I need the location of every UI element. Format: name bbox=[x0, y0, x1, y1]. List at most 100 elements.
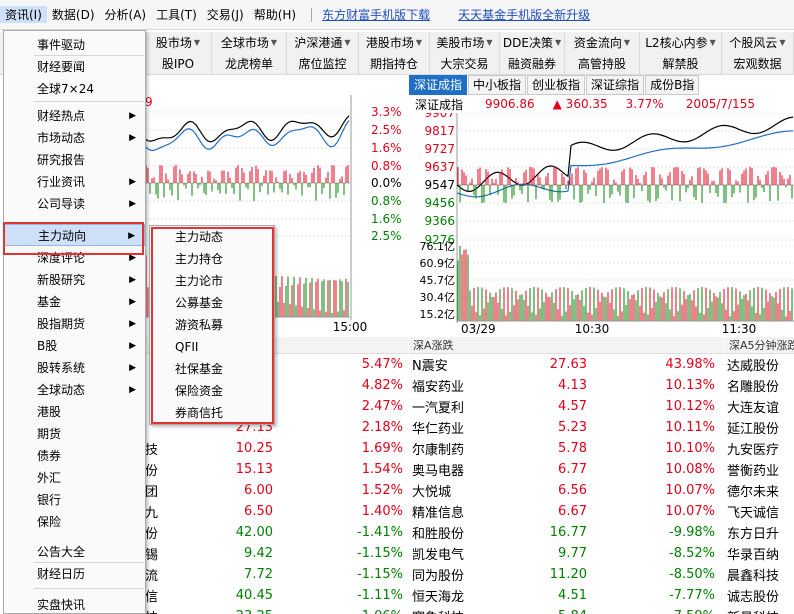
left-list-row[interactable]: 团 6.00 1.52% bbox=[145, 480, 408, 501]
menu-item-13[interactable]: B股 ▶ bbox=[4, 335, 145, 357]
nav2-item-8[interactable]: 宏观数据 bbox=[722, 53, 794, 74]
mid-list-row[interactable]: 华仁药业 5.23 10.11% bbox=[412, 417, 722, 438]
nav1-item-5[interactable]: DDE决策 ▼ bbox=[500, 32, 565, 53]
mid-list-row[interactable]: 尔康制药 5.78 10.10% bbox=[412, 438, 722, 459]
mid-list-row[interactable]: N震安 27.63 43.98% bbox=[412, 354, 722, 375]
mid-list-row[interactable]: 大悦城 6.56 10.07% bbox=[412, 480, 722, 501]
nav1-item-4[interactable]: 美股市场 ▼ bbox=[430, 32, 500, 53]
mid-list-row[interactable]: 精准信息 6.67 10.07% bbox=[412, 501, 722, 522]
menu-2[interactable]: 分析(A) bbox=[100, 6, 152, 23]
tab-index-3[interactable]: 深证综指 bbox=[586, 75, 645, 95]
menu-item-11[interactable]: 基金 ▶ bbox=[4, 291, 145, 313]
nav2-item-2[interactable]: 席位监控 bbox=[287, 53, 359, 74]
right-list-row[interactable]: 誉衡药业 bbox=[727, 459, 794, 480]
chevron-right-icon: ▶ bbox=[129, 319, 136, 329]
mid-list-row[interactable]: 同为股份 11.20 -8.50% bbox=[412, 564, 722, 585]
menu-item-4[interactable]: 市场动态 ▶ bbox=[4, 127, 145, 149]
menu-item-20[interactable]: 银行 bbox=[4, 489, 145, 511]
right-list-row[interactable]: 延江股份 bbox=[727, 417, 794, 438]
menu-item-1[interactable]: 财经要闻 bbox=[4, 56, 145, 78]
right-list-row[interactable]: 九安医疗 bbox=[727, 438, 794, 459]
mid-list-row[interactable]: 赛象科技5.84-7.59% bbox=[412, 606, 722, 614]
chevron-down-icon: ▼ bbox=[709, 38, 716, 47]
tab-index-0[interactable]: 深证成指 bbox=[409, 75, 468, 95]
left-list-row[interactable]: 信 40.45 -1.11% bbox=[145, 585, 408, 606]
right-vol-tick-label: 76.1亿 bbox=[420, 240, 456, 253]
menu-item-14[interactable]: 股转系统 ▶ bbox=[4, 357, 145, 379]
menu-item-23[interactable]: 财经日历 bbox=[4, 563, 145, 585]
nav2-item-3[interactable]: 期指持仓 bbox=[359, 53, 430, 74]
menu-4[interactable]: 交易(J) bbox=[202, 6, 249, 23]
stock-name: 大悦城 bbox=[412, 485, 452, 500]
menu-3[interactable]: 工具(T) bbox=[151, 6, 202, 23]
menu-item-19[interactable]: 外汇 bbox=[4, 467, 145, 489]
promo-link-0[interactable]: 东方财富手机版下载 bbox=[322, 6, 430, 23]
tab-index-1[interactable]: 中小板指 bbox=[468, 75, 527, 95]
nav2-item-5[interactable]: 融资融券 bbox=[500, 53, 565, 74]
menu-item-24[interactable]: 实盘快讯 bbox=[4, 594, 145, 613]
menu-item-17[interactable]: 期货 bbox=[4, 423, 145, 445]
right-list-row[interactable]: 东方日升 bbox=[727, 522, 794, 543]
menu-item-0[interactable]: 事件驱动 bbox=[4, 34, 145, 56]
tab-index-4[interactable]: 成份B指 bbox=[645, 75, 700, 95]
mid-list-row[interactable]: 福安药业 4.13 10.13% bbox=[412, 375, 722, 396]
left-list-row[interactable]: 锡 9.42 -1.15% bbox=[145, 543, 408, 564]
menu-item-label: 基金 bbox=[37, 295, 62, 309]
nav1-item-7[interactable]: L2核心内参 ▼ bbox=[640, 32, 722, 53]
nav2-item-6[interactable]: 高管持股 bbox=[565, 53, 640, 74]
right-index-chart[interactable]: 深证成指 中小板指 创业板指 深证综指 成份B指 深证成指 9906.86 ▲ 360.… bbox=[409, 75, 794, 337]
nav1-item-0[interactable]: 股市场 ▼ bbox=[145, 32, 212, 53]
right-list-row[interactable]: 德尔未来 bbox=[727, 480, 794, 501]
right-list-row[interactable]: 华录百纳 bbox=[727, 543, 794, 564]
menu-item-2[interactable]: 全球7×24 bbox=[4, 78, 145, 100]
stock-price: 9.77 bbox=[558, 546, 587, 561]
left-list-row[interactable]: 九 6.50 1.40% bbox=[145, 501, 408, 522]
stock-price: 27.63 bbox=[549, 357, 587, 372]
menu-item-5[interactable]: 研究报告 bbox=[4, 149, 145, 171]
menu-item-15[interactable]: 全球动态 ▶ bbox=[4, 379, 145, 401]
nav1-item-6[interactable]: 资金流向 ▼ bbox=[565, 32, 640, 53]
mid-list-row[interactable]: 一汽夏利 4.57 10.12% bbox=[412, 396, 722, 417]
right-list-row[interactable]: 名雕股份 bbox=[727, 375, 794, 396]
tab-index-2[interactable]: 创业板指 bbox=[527, 75, 586, 95]
nav2-item-4[interactable]: 大宗交易 bbox=[430, 53, 500, 74]
mid-list-row[interactable]: 奥马电器 6.77 10.08% bbox=[412, 459, 722, 480]
menu-item-7[interactable]: 公司导读 ▶ bbox=[4, 193, 145, 215]
menu-item-18[interactable]: 债券 bbox=[4, 445, 145, 467]
menu-item-16[interactable]: 港股 bbox=[4, 401, 145, 423]
mid-list-row[interactable]: 和胜股份 16.77 -9.98% bbox=[412, 522, 722, 543]
nav1-item-3[interactable]: 港股市场 ▼ bbox=[359, 32, 430, 53]
menu-5[interactable]: 帮助(H) bbox=[249, 6, 301, 23]
left-list-row[interactable]: 份 42.00 -1.41% bbox=[145, 522, 408, 543]
nav2-item-7[interactable]: 解禁股 bbox=[640, 53, 722, 74]
menu-divider bbox=[34, 588, 144, 589]
promo-link-1[interactable]: 天天基金手机版全新升级 bbox=[458, 6, 590, 23]
right-x-tick-label: 11:30 bbox=[722, 322, 757, 336]
right-list-row[interactable]: 达威股份 bbox=[727, 354, 794, 375]
left-list-row[interactable]: 技23.25-1.06% bbox=[145, 606, 408, 614]
right-list-row[interactable]: 飞天诚信 bbox=[727, 501, 794, 522]
menu-item-3[interactable]: 财经热点 ▶ bbox=[4, 105, 145, 127]
menu-0[interactable]: 资讯(I) bbox=[0, 6, 47, 23]
nav1-item-1[interactable]: 全球市场 ▼ bbox=[212, 32, 287, 53]
menu-item-22[interactable]: 公告大全 bbox=[4, 541, 145, 563]
nav2-item-1[interactable]: 龙虎榜单 bbox=[212, 53, 287, 74]
nav1-item-8[interactable]: 个股风云 ▼ bbox=[722, 32, 794, 53]
right-list-row[interactable]: 诚志股份 bbox=[727, 585, 794, 606]
right-list-row[interactable]: 新易科技 bbox=[727, 606, 794, 614]
mid-list-row[interactable]: 恒天海龙 4.51 -7.77% bbox=[412, 585, 722, 606]
menu-item-12[interactable]: 股指期货 ▶ bbox=[4, 313, 145, 335]
left-list-row[interactable]: 流 7.72 -1.15% bbox=[145, 564, 408, 585]
nav2-item-0[interactable]: 股IPO bbox=[145, 53, 212, 74]
mid-list-row[interactable]: 凯发电气 9.77 -8.52% bbox=[412, 543, 722, 564]
left-list-row[interactable]: 份 15.13 1.54% bbox=[145, 459, 408, 480]
right-list-row[interactable]: 晨鑫科技 bbox=[727, 564, 794, 585]
menu-item-21[interactable]: 保险 bbox=[4, 511, 145, 533]
nav1-item-2[interactable]: 沪深港通 ▼ bbox=[287, 32, 359, 53]
menu-1[interactable]: 数据(D) bbox=[47, 6, 100, 23]
left-list-row[interactable]: 技 10.25 1.69% bbox=[145, 438, 408, 459]
right-list-row[interactable]: 大连友谊 bbox=[727, 396, 794, 417]
nav1-item-label: 港股市场 bbox=[365, 36, 414, 50]
menu-item-10[interactable]: 新股研究 ▶ bbox=[4, 269, 145, 291]
menu-item-6[interactable]: 行业资讯 ▶ bbox=[4, 171, 145, 193]
